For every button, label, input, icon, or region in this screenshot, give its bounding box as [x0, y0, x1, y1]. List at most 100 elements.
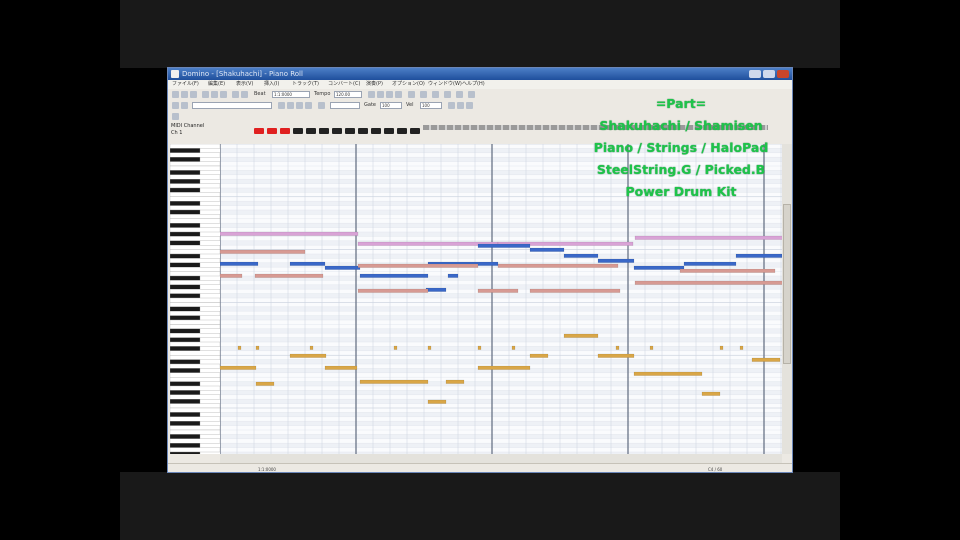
note-block[interactable] — [679, 268, 776, 273]
piano-keyboard[interactable] — [170, 144, 221, 454]
black-key[interactable] — [170, 170, 201, 175]
loop-icon[interactable] — [420, 91, 427, 98]
position-field[interactable]: 1:1:0000 — [272, 91, 310, 98]
white-key[interactable] — [170, 249, 220, 255]
note-block[interactable] — [634, 280, 782, 285]
black-key[interactable] — [170, 337, 201, 343]
note-block[interactable] — [511, 345, 516, 350]
color-green-icon[interactable] — [466, 102, 473, 109]
note-block[interactable] — [719, 345, 724, 350]
black-key[interactable] — [170, 179, 201, 184]
white-key[interactable] — [170, 311, 220, 316]
white-key[interactable] — [170, 438, 220, 444]
white-key[interactable] — [170, 333, 220, 338]
part-tab-2[interactable] — [267, 128, 277, 134]
velocity-field[interactable]: 100 — [420, 102, 442, 109]
black-key[interactable] — [170, 262, 201, 268]
note-block[interactable] — [615, 345, 620, 350]
black-key[interactable] — [170, 187, 201, 193]
redo-icon[interactable] — [241, 91, 248, 98]
part-tab-11[interactable] — [384, 128, 394, 134]
black-key[interactable] — [170, 293, 201, 299]
black-key[interactable] — [170, 209, 201, 215]
note-block[interactable] — [324, 265, 361, 270]
note-block[interactable] — [220, 231, 359, 236]
note-block[interactable] — [447, 273, 459, 278]
menu-help[interactable]: ヘルプ(H) — [462, 80, 485, 89]
play-icon[interactable] — [386, 91, 393, 98]
note-block[interactable] — [237, 345, 242, 350]
white-key[interactable] — [170, 416, 220, 422]
note-block[interactable] — [633, 265, 685, 270]
white-key[interactable] — [170, 447, 220, 453]
black-key[interactable] — [170, 148, 201, 153]
white-key[interactable] — [170, 403, 220, 409]
black-key[interactable] — [170, 315, 201, 321]
white-key[interactable] — [170, 429, 220, 435]
white-key[interactable] — [170, 267, 220, 272]
black-key[interactable] — [170, 275, 201, 281]
note-block[interactable] — [701, 391, 721, 396]
note-block[interactable] — [309, 345, 314, 350]
title-bar[interactable]: Domino - [Shakuhachi] - Piano Roll — [168, 68, 792, 80]
white-key[interactable] — [170, 319, 220, 325]
white-key[interactable] — [170, 152, 220, 158]
gate-field[interactable]: 100 — [380, 102, 402, 109]
black-key[interactable] — [170, 368, 201, 373]
white-key[interactable] — [170, 385, 220, 391]
white-key[interactable] — [170, 144, 220, 149]
menu-view[interactable]: 表示(V) — [236, 80, 253, 89]
note-block[interactable] — [649, 345, 654, 350]
black-key[interactable] — [170, 231, 201, 237]
note-block[interactable] — [220, 273, 243, 278]
vertical-scroll-thumb[interactable] — [783, 204, 791, 364]
note-block[interactable] — [477, 365, 531, 370]
part-tab-5[interactable] — [306, 128, 316, 134]
note-block[interactable] — [289, 353, 327, 358]
note-block[interactable] — [597, 258, 635, 263]
minimize-button[interactable] — [749, 70, 761, 78]
note-block[interactable] — [563, 333, 599, 338]
black-key[interactable] — [170, 240, 201, 246]
note-block[interactable] — [683, 261, 737, 266]
menu-track[interactable]: トラック(T) — [292, 80, 319, 89]
black-key[interactable] — [170, 253, 201, 259]
note-block[interactable] — [477, 288, 519, 293]
white-key[interactable] — [170, 183, 220, 189]
black-key[interactable] — [170, 223, 201, 228]
note-block[interactable] — [359, 273, 429, 278]
color-blue-icon[interactable] — [457, 102, 464, 109]
pencil-icon[interactable] — [172, 102, 179, 109]
quantize-icon[interactable] — [305, 102, 312, 109]
white-key[interactable] — [170, 350, 220, 356]
note-block[interactable] — [289, 261, 326, 266]
white-key[interactable] — [170, 407, 220, 413]
note-block[interactable] — [324, 365, 358, 370]
part-tab-12[interactable] — [397, 128, 407, 134]
draw-tool-icon[interactable] — [287, 102, 294, 109]
white-key[interactable] — [170, 363, 220, 369]
black-key[interactable] — [170, 390, 201, 395]
white-key[interactable] — [170, 165, 220, 171]
white-key[interactable] — [170, 205, 220, 211]
note-block[interactable] — [357, 241, 499, 246]
cut-icon[interactable] — [202, 91, 209, 98]
black-key[interactable] — [170, 412, 201, 417]
close-button[interactable] — [777, 70, 789, 78]
white-key[interactable] — [170, 297, 220, 303]
save-icon[interactable] — [190, 91, 197, 98]
white-key[interactable] — [170, 245, 220, 250]
menu-play[interactable]: 演奏(P) — [366, 80, 383, 89]
part-tab-4[interactable] — [293, 128, 303, 134]
part-tab-13[interactable] — [410, 128, 420, 134]
tempo-field[interactable]: 120.00 — [334, 91, 362, 98]
black-key[interactable] — [170, 359, 201, 365]
rewind-icon[interactable] — [368, 91, 375, 98]
note-block[interactable] — [255, 345, 260, 350]
black-key[interactable] — [170, 381, 201, 387]
black-key[interactable] — [170, 434, 201, 439]
white-key[interactable] — [170, 377, 220, 382]
panic-icon[interactable] — [468, 91, 475, 98]
note-block[interactable] — [477, 243, 531, 248]
white-key[interactable] — [170, 218, 220, 224]
